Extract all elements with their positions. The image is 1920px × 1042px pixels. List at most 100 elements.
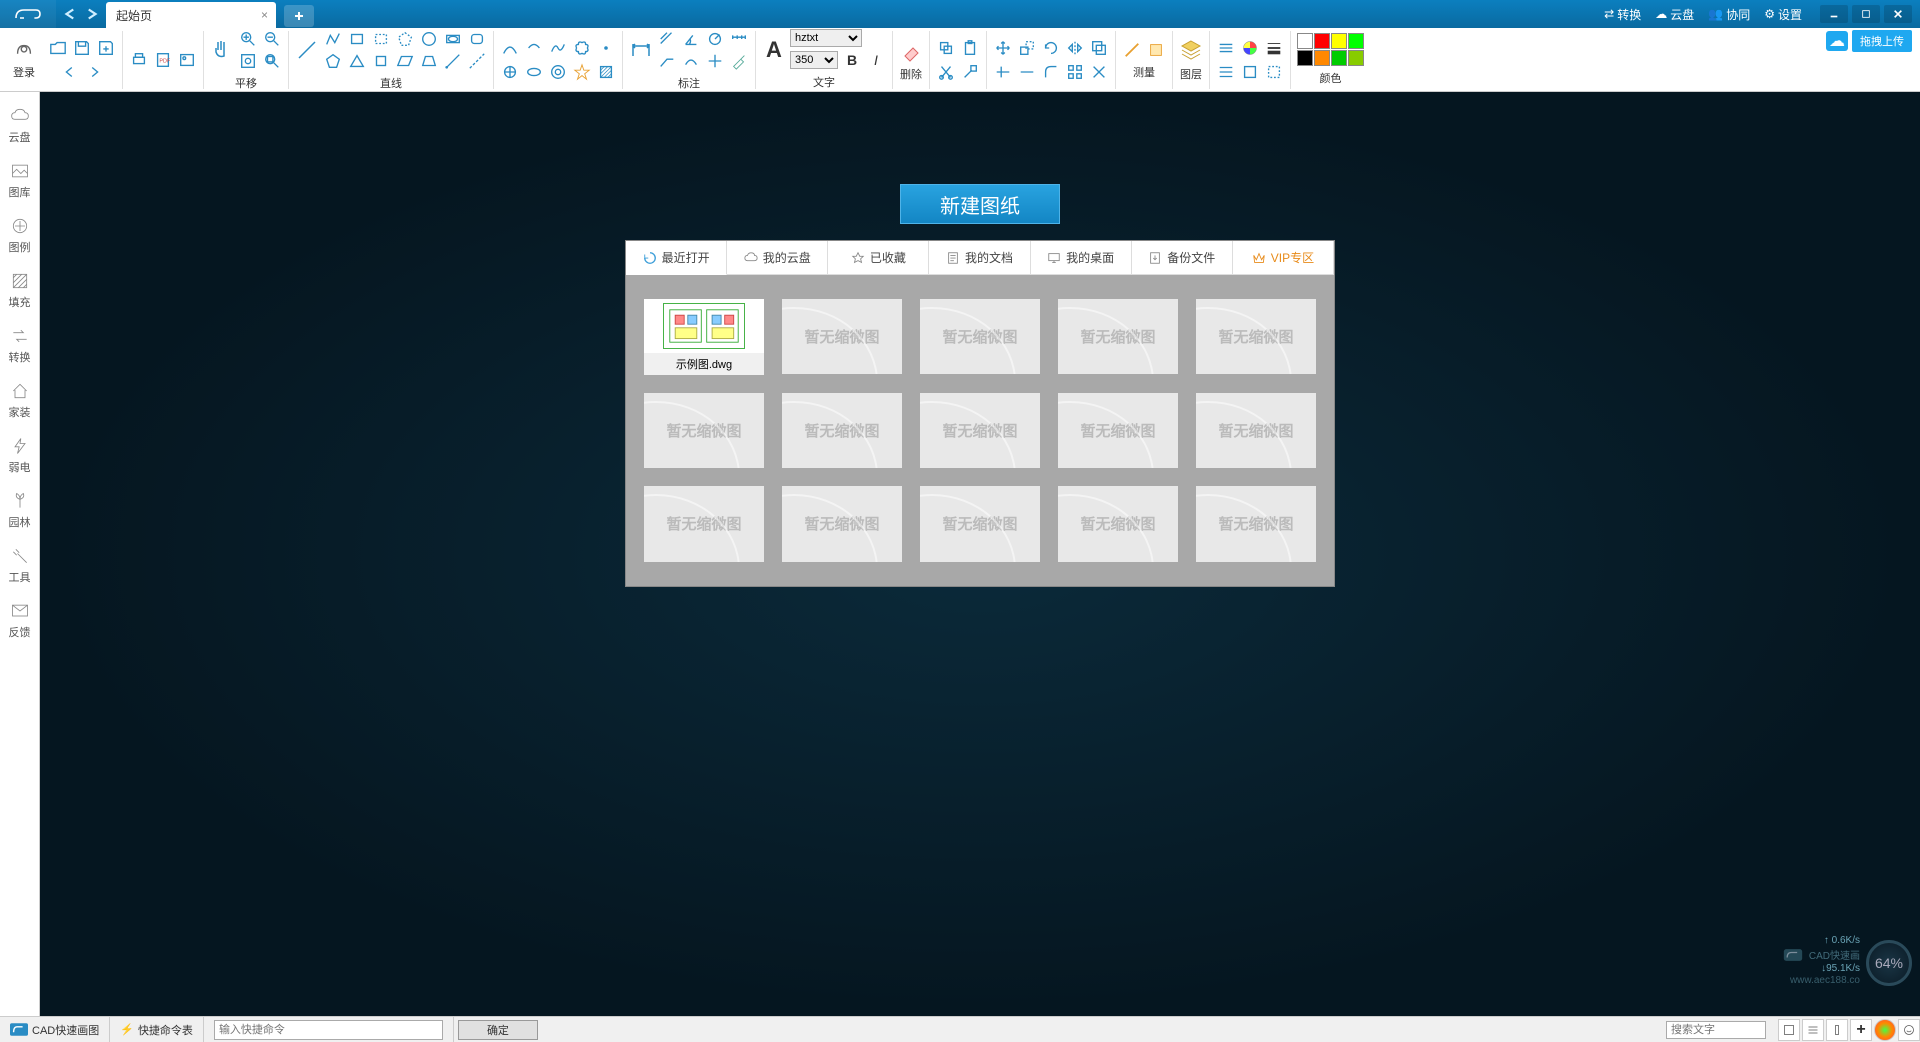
sidebar-item-cloud[interactable]: 云盘 — [0, 98, 39, 153]
tab-favorites[interactable]: 已收藏 — [828, 241, 929, 275]
export-pdf-icon[interactable]: PDF — [153, 50, 173, 70]
trim-icon[interactable] — [993, 62, 1013, 82]
dim-continue-icon[interactable] — [729, 29, 749, 49]
forward-icon[interactable] — [84, 62, 104, 82]
menu-settings[interactable]: ⚙设置 — [1764, 6, 1802, 23]
zoom-extents-icon[interactable] — [238, 51, 258, 71]
polyline-icon[interactable] — [323, 29, 343, 49]
text-icon[interactable]: A — [762, 38, 786, 62]
dimension-icon[interactable] — [629, 38, 653, 62]
undo-icon[interactable] — [62, 5, 80, 23]
fillet-icon[interactable] — [1041, 62, 1061, 82]
rotate-icon[interactable] — [1041, 38, 1061, 58]
donut-icon[interactable] — [548, 62, 568, 82]
sb-add-icon[interactable]: + — [1850, 1019, 1872, 1041]
sb-grid-icon[interactable] — [1778, 1019, 1800, 1041]
sidebar-item-hatch[interactable]: 填充 — [0, 263, 39, 318]
italic-icon[interactable]: I — [866, 50, 886, 70]
sidebar-item-feedback[interactable]: 反馈 — [0, 593, 39, 648]
color-swatch[interactable] — [1348, 50, 1364, 66]
saveas-icon[interactable] — [96, 38, 116, 58]
sidebar-item-legend[interactable]: 图例 — [0, 208, 39, 263]
minimize-button[interactable] — [1820, 5, 1848, 23]
ok-button[interactable]: 确定 — [458, 1020, 538, 1040]
paste-icon[interactable] — [960, 38, 980, 58]
layer-icon[interactable] — [1179, 38, 1203, 62]
eraser-icon[interactable] — [899, 38, 923, 62]
list-icon[interactable] — [1216, 62, 1236, 82]
sidebar-item-home[interactable]: 家装 — [0, 373, 39, 428]
command-input[interactable] — [214, 1020, 443, 1040]
file-item[interactable]: 示例图.dwg — [644, 299, 764, 375]
document-tab[interactable]: 起始页 × — [106, 2, 276, 28]
hatch-icon[interactable] — [596, 62, 616, 82]
leader-icon[interactable] — [657, 51, 677, 71]
tab-recent[interactable]: 最近打开 — [626, 241, 727, 275]
pick-icon[interactable] — [1264, 62, 1284, 82]
xline-icon[interactable] — [467, 51, 487, 71]
tab-documents[interactable]: 我的文档 — [929, 241, 1030, 275]
bold-icon[interactable]: B — [842, 50, 862, 70]
trapezoid-icon[interactable] — [419, 51, 439, 71]
array-icon[interactable] — [1065, 62, 1085, 82]
circle2-icon[interactable] — [500, 62, 520, 82]
menu-cloud[interactable]: ☁云盘 — [1655, 6, 1694, 23]
color-swatch[interactable] — [1348, 33, 1364, 49]
matchprop-icon[interactable] — [960, 62, 980, 82]
colorwheel-icon[interactable] — [1240, 38, 1260, 58]
revcloud-icon[interactable] — [572, 38, 592, 58]
canvas-area[interactable]: 新建图纸 最近打开 我的云盘 已收藏 我的文档 我的桌面 备份文件 VIP专区 — [40, 92, 1920, 1016]
extend-icon[interactable] — [1017, 62, 1037, 82]
line-icon[interactable] — [295, 38, 319, 62]
export-image-icon[interactable] — [177, 50, 197, 70]
login-button[interactable]: 登录 — [6, 40, 42, 80]
tab-cloud[interactable]: 我的云盘 — [727, 241, 828, 275]
rounded-rect-icon[interactable] — [467, 29, 487, 49]
print-icon[interactable] — [129, 50, 149, 70]
brush-icon[interactable] — [729, 51, 749, 71]
sidebar-item-convert[interactable]: 转换 — [0, 318, 39, 373]
ray-icon[interactable] — [443, 51, 463, 71]
sidebar-item-electric[interactable]: 弱电 — [0, 428, 39, 483]
font-select[interactable]: hztxt — [790, 29, 862, 47]
upload-badge[interactable]: ☁ 拖拽上传 — [1826, 30, 1912, 52]
new-drawing-button[interactable]: 新建图纸 — [900, 184, 1060, 224]
rect-dashed-icon[interactable] — [371, 29, 391, 49]
measure-area-icon[interactable] — [1146, 40, 1166, 60]
tab-desktop[interactable]: 我的桌面 — [1031, 241, 1132, 275]
add-tab-button[interactable] — [284, 5, 314, 27]
save-icon[interactable] — [72, 38, 92, 58]
zoom-out-icon[interactable] — [262, 29, 282, 49]
color-swatch[interactable] — [1297, 50, 1313, 66]
zoom-in-icon[interactable] — [238, 29, 258, 49]
circle-icon[interactable] — [419, 29, 439, 49]
square-icon[interactable] — [371, 51, 391, 71]
lineweight-icon[interactable] — [1264, 38, 1284, 58]
copy-icon[interactable] — [936, 38, 956, 58]
parallelogram-icon[interactable] — [395, 51, 415, 71]
sb-list-icon[interactable] — [1802, 1019, 1824, 1041]
pan-icon[interactable] — [210, 38, 234, 62]
move-icon[interactable] — [993, 38, 1013, 58]
triangle-icon[interactable] — [347, 51, 367, 71]
redo-icon[interactable] — [82, 5, 100, 23]
measure-dist-icon[interactable] — [1122, 40, 1142, 60]
shortcut-table-button[interactable]: ⚡快捷命令表 — [110, 1017, 204, 1042]
color-swatch[interactable] — [1331, 50, 1347, 66]
zoom-window-icon[interactable] — [262, 51, 282, 71]
open-icon[interactable] — [48, 38, 68, 58]
polygon-outline-icon[interactable] — [395, 29, 415, 49]
tab-backup[interactable]: 备份文件 — [1132, 241, 1233, 275]
linetype-icon[interactable] — [1216, 38, 1236, 58]
close-button[interactable] — [1884, 5, 1912, 23]
star-icon[interactable] — [572, 62, 592, 82]
cut-icon[interactable] — [936, 62, 956, 82]
color-swatch[interactable] — [1297, 33, 1313, 49]
tab-vip[interactable]: VIP专区 — [1233, 241, 1334, 275]
color-swatch[interactable] — [1331, 33, 1347, 49]
mirror-icon[interactable] — [1065, 38, 1085, 58]
sidebar-item-tools[interactable]: 工具 — [0, 538, 39, 593]
dim-radius-icon[interactable] — [705, 29, 725, 49]
sb-assist-icon[interactable] — [1898, 1019, 1920, 1041]
sb-accel-icon[interactable] — [1874, 1019, 1896, 1041]
